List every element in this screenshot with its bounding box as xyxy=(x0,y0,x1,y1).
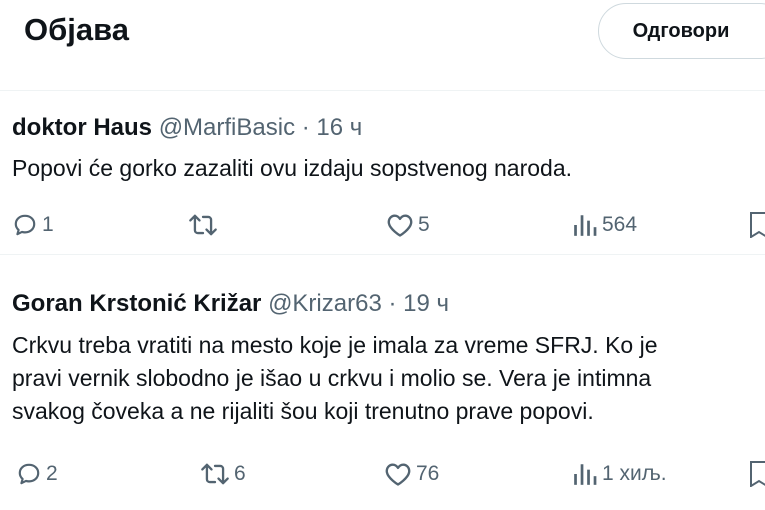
reply-button[interactable]: Одговори xyxy=(598,3,765,59)
author-name[interactable]: Goran Krstonić Križar xyxy=(12,290,261,317)
reply-action[interactable]: 2 xyxy=(16,457,58,491)
repost-icon xyxy=(201,463,229,485)
post[interactable]: doktor Haus @MarfiBasic · 16 ч Popovi će… xyxy=(0,100,765,255)
views-count: 1 хиљ. xyxy=(602,462,667,485)
views-count: 564 xyxy=(602,213,638,236)
reply-action[interactable]: 1 xyxy=(12,208,54,242)
post[interactable]: Goran Krstonić Križar @Krizar63 · 19 ч C… xyxy=(0,274,765,510)
post-actions: 2 6 76 1 хиљ. xyxy=(0,457,765,491)
post-text: Crkvu treba vratiti na mesto koje je ima… xyxy=(12,332,658,424)
repost-count: 6 xyxy=(234,462,246,485)
post-actions: 1 5 564 xyxy=(0,208,765,242)
repost-icon xyxy=(189,214,217,236)
reply-icon xyxy=(14,214,36,236)
post-meta: doktor Haus @MarfiBasic · 16 ч xyxy=(12,114,362,142)
views-icon xyxy=(574,215,597,236)
bookmark-icon xyxy=(750,461,765,488)
header: Објава Одговори xyxy=(0,0,765,91)
separator: · xyxy=(301,114,310,141)
page-title: Објава xyxy=(24,12,130,47)
views-action[interactable]: 564 xyxy=(572,208,637,242)
heart-icon xyxy=(387,214,413,237)
bookmark-action[interactable] xyxy=(750,212,765,243)
reply-count: 1 xyxy=(42,213,54,236)
bookmark-action[interactable] xyxy=(750,461,765,492)
post-text: Popovi će gorko zazaliti ovu izdaju sops… xyxy=(12,155,573,181)
author-handle[interactable]: @MarfiBasic xyxy=(159,114,295,141)
post-meta: Goran Krstonić Križar @Krizar63 · 19 ч xyxy=(12,290,449,318)
reply-icon xyxy=(18,463,40,485)
reply-count: 2 xyxy=(46,462,58,485)
views-icon xyxy=(574,464,597,485)
repost-action[interactable]: 6 xyxy=(200,457,246,491)
like-action[interactable]: 76 xyxy=(384,457,439,491)
post-time[interactable]: 19 ч xyxy=(403,290,449,317)
separator: · xyxy=(388,290,397,317)
bookmark-icon xyxy=(750,212,765,239)
like-action[interactable]: 5 xyxy=(386,208,430,242)
post-time[interactable]: 16 ч xyxy=(316,114,362,141)
heart-icon xyxy=(385,463,411,486)
author-name[interactable]: doktor Haus xyxy=(12,114,152,141)
views-action[interactable]: 1 хиљ. xyxy=(572,457,667,491)
author-handle[interactable]: @Krizar63 xyxy=(268,290,382,317)
like-count: 76 xyxy=(416,462,440,485)
repost-action[interactable] xyxy=(188,208,222,242)
like-count: 5 xyxy=(418,213,430,236)
